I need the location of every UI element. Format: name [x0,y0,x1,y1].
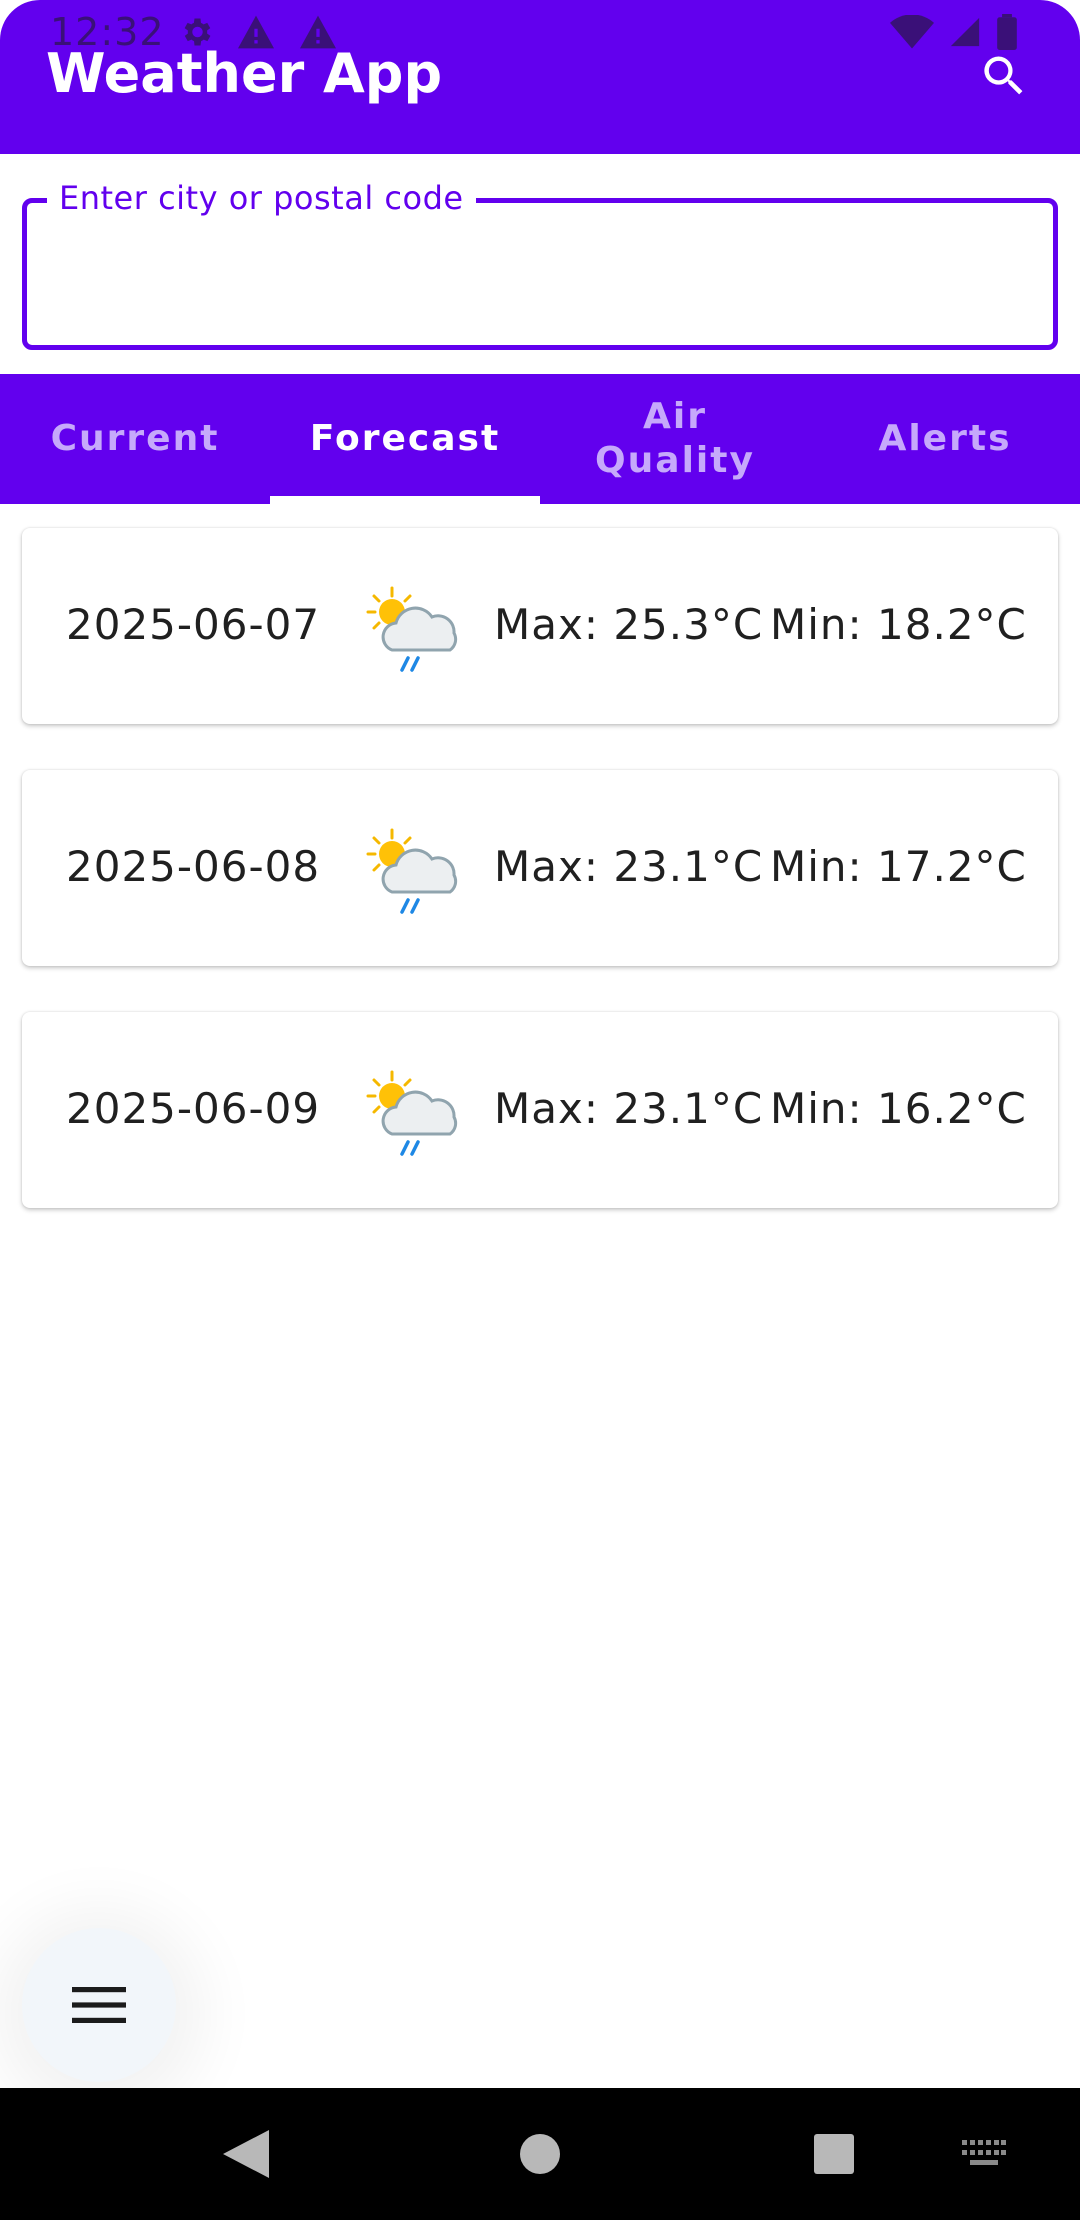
app-title: Weather App [46,42,443,105]
forecast-min-temp: Min: 16.2°C [770,1084,1027,1133]
back-icon [223,2130,269,2178]
tab-indicator [270,496,540,504]
forecast-card[interactable]: 2025-06-08 Max: 23.1°C Min: 17.2°C [22,770,1058,966]
app-bar: 12:32 Weather App [0,0,1080,154]
search-button[interactable] [972,44,1036,108]
forecast-list: 2025-06-07 Max: 25.3°C Min: 18.2°C 2025-… [22,528,1058,1254]
search-input[interactable] [57,243,1021,305]
tab-bar: Current Forecast Air Quality Alerts [0,374,1080,504]
wifi-icon [890,15,934,49]
tab-air-quality[interactable]: Air Quality [540,374,810,504]
system-nav-bar [0,2088,1080,2220]
back-button[interactable] [218,2126,274,2182]
forecast-max-temp: Max: 23.1°C [494,842,764,891]
menu-icon [72,1987,126,2023]
search-field[interactable]: Enter city or postal code [22,179,1058,350]
forecast-card[interactable]: 2025-06-07 Max: 25.3°C Min: 18.2°C [22,528,1058,724]
recents-button[interactable] [806,2126,862,2182]
tab-current[interactable]: Current [0,374,270,504]
screen: 12:32 Weather App Enter city or postal c… [0,0,1080,2220]
forecast-min-temp: Min: 18.2°C [770,600,1027,649]
forecast-date: 2025-06-08 [66,842,321,891]
forecast-date: 2025-06-07 [66,600,321,649]
menu-fab-button[interactable] [22,1928,176,2082]
partly-cloudy-rain-icon [366,586,458,672]
recents-icon [814,2134,854,2174]
partly-cloudy-rain-icon [366,1070,458,1156]
tab-alerts[interactable]: Alerts [810,374,1080,504]
forecast-min-temp: Min: 17.2°C [770,842,1027,891]
tab-forecast[interactable]: Forecast [270,374,540,504]
keyboard-button[interactable] [956,2126,1012,2182]
keyboard-icon [962,2140,1006,2165]
tab-forecast-label: Forecast [309,418,501,459]
partly-cloudy-rain-icon [366,828,458,914]
home-button[interactable] [512,2126,568,2182]
search-icon [984,56,1023,95]
forecast-date: 2025-06-09 [66,1084,321,1133]
forecast-card[interactable]: 2025-06-09 Max: 23.1°C Min: 16.2°C [22,1012,1058,1208]
forecast-max-temp: Max: 23.1°C [494,1084,764,1133]
home-icon [520,2134,560,2174]
forecast-max-temp: Max: 25.3°C [494,600,764,649]
search-field-label: Enter city or postal code [47,179,476,217]
